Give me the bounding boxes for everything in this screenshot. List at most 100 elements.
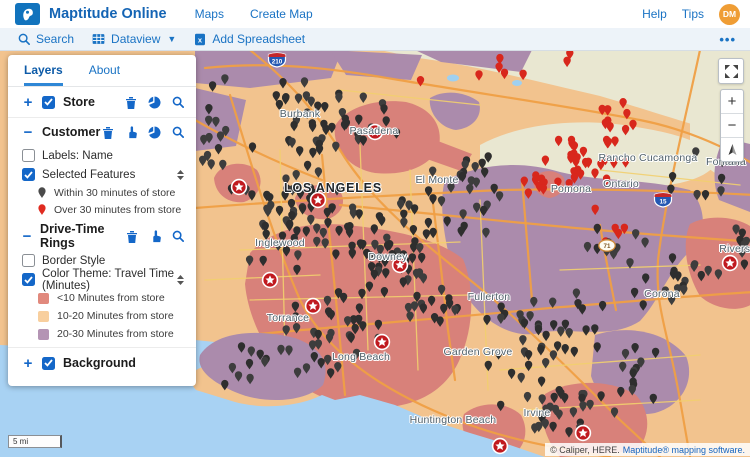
customer-pin-near[interactable] <box>632 229 639 240</box>
customer-pin-near[interactable] <box>358 289 365 300</box>
tab-layers[interactable]: Layers <box>24 63 63 86</box>
customer-pin-near[interactable] <box>352 324 359 335</box>
customer-pin-near[interactable] <box>539 394 546 405</box>
customer-pin-near[interactable] <box>366 282 373 293</box>
store-star-marker[interactable] <box>491 437 509 455</box>
customer-pin-near[interactable] <box>582 325 589 336</box>
customer-pin-near[interactable] <box>321 102 328 113</box>
customer-pin-near[interactable] <box>209 81 216 92</box>
user-avatar[interactable]: DM <box>719 4 740 25</box>
customer-pin-far[interactable] <box>521 177 528 188</box>
customer-pin-near[interactable] <box>356 303 363 314</box>
customer-pin-near[interactable] <box>313 237 320 248</box>
customer-pin-near[interactable] <box>324 208 331 219</box>
customer-pin-near[interactable] <box>340 293 347 304</box>
customer-pin-near[interactable] <box>406 312 413 323</box>
customer-pin-near[interactable] <box>219 160 226 171</box>
customer-pin-far[interactable] <box>542 156 549 167</box>
customer-pin-near[interactable] <box>698 271 705 282</box>
customer-pin-near[interactable] <box>360 93 367 104</box>
customer-pin-near[interactable] <box>571 347 578 358</box>
customer-pin-near[interactable] <box>299 204 306 215</box>
nav-help[interactable]: Help <box>642 7 667 21</box>
customer-pin-near[interactable] <box>315 330 322 341</box>
customer-pin-near[interactable] <box>561 393 568 404</box>
customer-pin-near[interactable] <box>429 194 436 205</box>
customer-pin-near[interactable] <box>322 125 329 136</box>
customer-pin-near[interactable] <box>473 203 480 214</box>
customer-pin-far[interactable] <box>604 105 611 116</box>
customer-pin-near[interactable] <box>674 271 681 282</box>
customer-pin-near[interactable] <box>459 172 466 183</box>
map-canvas[interactable]: 2101571 BurbankPasadenaLOS ANGELESEl Mon… <box>0 50 750 457</box>
customer-pin-near[interactable] <box>375 320 382 331</box>
customer-pin-near[interactable] <box>693 190 700 201</box>
compass-button[interactable] <box>721 138 743 161</box>
customer-pin-near[interactable] <box>288 138 295 149</box>
dataview-button[interactable]: Dataview ▼ <box>92 32 176 46</box>
customer-pin-near[interactable] <box>344 316 351 327</box>
customer-pin-near[interactable] <box>400 218 407 229</box>
customer-pin-near[interactable] <box>594 342 601 353</box>
customer-pin-near[interactable] <box>458 227 465 238</box>
customer-pin-near[interactable] <box>316 145 323 156</box>
customer-pin-near[interactable] <box>531 423 538 434</box>
labels-checkbox[interactable] <box>22 149 35 162</box>
customer-pin-near[interactable] <box>328 310 335 321</box>
customer-pin-far[interactable] <box>555 136 562 147</box>
customer-pin-near[interactable] <box>550 350 557 361</box>
customer-pin-near[interactable] <box>318 358 325 369</box>
customer-pin-near[interactable] <box>293 323 300 334</box>
delete-layer-icon[interactable] <box>126 230 138 243</box>
customer-pin-near[interactable] <box>579 401 586 412</box>
store-star-marker[interactable] <box>373 333 391 351</box>
customer-pin-far[interactable] <box>540 184 547 195</box>
customer-pin-near[interactable] <box>320 228 327 239</box>
customer-pin-near[interactable] <box>341 120 348 130</box>
customer-pin-near[interactable] <box>246 374 253 385</box>
customer-pin-near[interactable] <box>356 209 363 220</box>
customer-pin-near[interactable] <box>215 144 222 155</box>
customer-pin-near[interactable] <box>355 115 362 126</box>
customer-pin-near[interactable] <box>249 142 256 153</box>
customer-pin-near[interactable] <box>669 172 676 183</box>
store-star-marker[interactable] <box>574 424 592 442</box>
expand-store-icon[interactable]: + <box>22 95 34 110</box>
collapse-customer-icon[interactable]: − <box>22 125 34 140</box>
collapse-rings-icon[interactable]: − <box>22 229 32 244</box>
customer-pin-near[interactable] <box>381 287 388 298</box>
customer-pin-near[interactable] <box>327 368 334 379</box>
customer-pin-near[interactable] <box>535 325 542 336</box>
customer-pin-near[interactable] <box>260 256 267 267</box>
customer-pin-near[interactable] <box>551 393 558 404</box>
attribution-link[interactable]: Maptitude® mapping software. <box>623 445 745 455</box>
customer-pin-near[interactable] <box>371 224 378 235</box>
nav-create-map[interactable]: Create Map <box>250 7 313 21</box>
customer-pin-near[interactable] <box>332 249 339 260</box>
customer-pin-near[interactable] <box>626 258 633 269</box>
border-style-checkbox[interactable] <box>22 254 35 267</box>
pie-theme-icon[interactable] <box>148 96 161 109</box>
store-visibility-checkbox[interactable] <box>42 96 55 109</box>
customer-pin-near[interactable] <box>324 296 331 307</box>
customer-pin-near[interactable] <box>425 218 432 229</box>
customer-pin-near[interactable] <box>591 324 598 335</box>
customer-pin-near[interactable] <box>290 121 297 131</box>
customer-pin-near[interactable] <box>346 228 353 239</box>
customer-pin-near[interactable] <box>641 238 648 249</box>
customer-pin-near[interactable] <box>205 116 212 127</box>
customer-pin-near[interactable] <box>311 352 318 363</box>
customer-pin-near[interactable] <box>542 419 549 430</box>
customer-pin-near[interactable] <box>410 225 417 236</box>
customer-pin-near[interactable] <box>294 368 301 379</box>
customer-pin-near[interactable] <box>335 226 342 237</box>
customer-pin-near[interactable] <box>335 93 342 104</box>
customer-pin-far[interactable] <box>619 98 626 109</box>
select-features-icon[interactable] <box>149 230 161 243</box>
customer-pin-near[interactable] <box>301 77 308 88</box>
customer-pin-near[interactable] <box>537 345 544 356</box>
expand-background-icon[interactable]: + <box>22 356 34 371</box>
customer-pin-near[interactable] <box>497 401 504 412</box>
customer-pin-near[interactable] <box>229 363 236 374</box>
customer-pin-near[interactable] <box>380 104 387 115</box>
